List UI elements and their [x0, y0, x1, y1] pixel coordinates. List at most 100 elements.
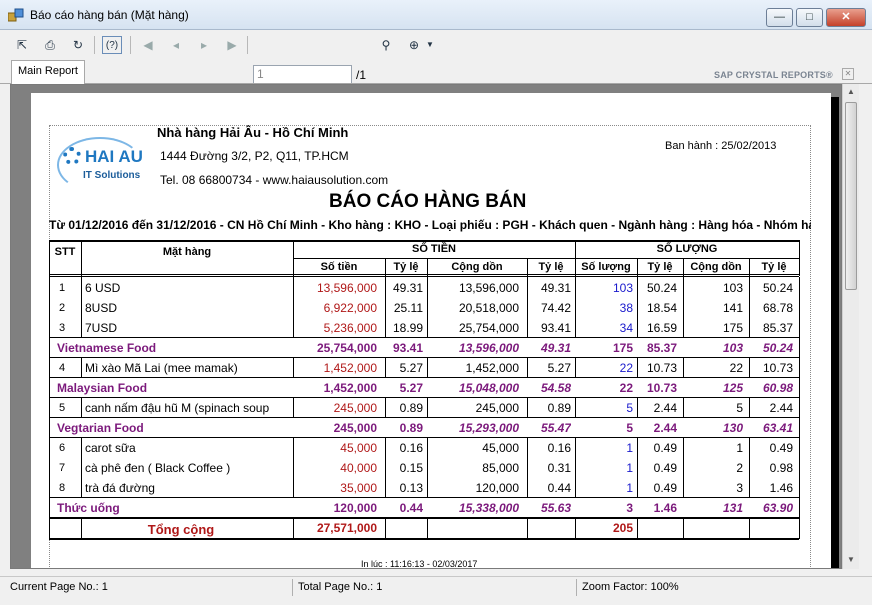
- table-row-name: trà đá đường: [85, 481, 155, 495]
- table-row-ratio: 2.44: [769, 401, 793, 415]
- table-rule: [637, 277, 638, 298]
- table-row-ratio: 0.44: [547, 481, 571, 495]
- table-rule: [637, 317, 638, 338]
- scroll-thumb[interactable]: [845, 102, 857, 290]
- table-rule: [49, 297, 50, 318]
- table-rule: [49, 497, 799, 498]
- table-row-ratio: 49.31: [540, 281, 571, 295]
- group-row-ratio: 63.90: [762, 501, 793, 515]
- table-row-name: canh nấm đậu hũ M (spinach soup: [85, 401, 270, 415]
- table-rule: [293, 297, 294, 318]
- refresh-icon[interactable]: ↻: [68, 36, 88, 54]
- table-row-ratio: 49.31: [392, 281, 423, 295]
- export-icon[interactable]: ⇱: [12, 36, 32, 54]
- tab-main-report[interactable]: Main Report: [11, 60, 85, 84]
- table-row-ratio: 50.24: [762, 281, 793, 295]
- report-viewport[interactable]: HAI AU IT Solutions Nhà hàng Hải Âu - Hồ…: [10, 84, 842, 569]
- table-row-quantity: 34: [619, 321, 633, 335]
- table-rule: [575, 297, 576, 318]
- vertical-scrollbar[interactable]: ▲ ▼: [842, 84, 859, 569]
- group-row-ratio: 55.47: [540, 421, 571, 435]
- minimize-button[interactable]: —: [766, 8, 793, 27]
- table-rule: [527, 357, 528, 378]
- toolbar-separator: [94, 36, 95, 54]
- report-page: HAI AU IT Solutions Nhà hàng Hải Âu - Hồ…: [31, 93, 831, 569]
- table-rule: [49, 357, 50, 378]
- table-row-ratio: 0.89: [399, 401, 423, 415]
- group-row-quantity: 5: [626, 421, 633, 435]
- group-row-quantity: 3: [626, 501, 633, 515]
- table-rule: [49, 276, 799, 277]
- table-rule: [749, 437, 750, 458]
- table-row-ratio: 74.42: [540, 301, 571, 315]
- header-ratio1: Tỷ lệ: [393, 261, 419, 273]
- table-rule: [49, 517, 799, 519]
- grand-total-amount: 27,571,000: [316, 521, 377, 535]
- table-rule: [749, 357, 750, 378]
- table-rule: [637, 517, 638, 539]
- table-rule: [799, 477, 800, 498]
- table-rule: [427, 258, 428, 276]
- find-icon[interactable]: ⚲: [376, 36, 396, 54]
- scroll-down-icon[interactable]: ▼: [843, 552, 859, 568]
- table-row-name: carot sữa: [85, 441, 136, 455]
- table-rule: [637, 477, 638, 498]
- maximize-button[interactable]: □: [796, 8, 823, 27]
- group-row-amount: 25,754,000: [316, 341, 377, 355]
- group-row-amount: 245,000: [333, 421, 377, 435]
- group-row-ratio: 49.31: [540, 341, 571, 355]
- table-rule: [575, 317, 576, 338]
- table-rule: [575, 277, 576, 298]
- close-button[interactable]: ✕: [826, 8, 866, 27]
- group-row-cumulative: 15,338,000: [458, 501, 519, 515]
- scroll-up-icon[interactable]: ▲: [843, 84, 859, 100]
- table-row-cumulative: 45,000: [482, 441, 519, 455]
- table-rule: [385, 457, 386, 478]
- table-rule: [683, 277, 684, 298]
- table-rule: [683, 397, 684, 418]
- table-row-cumulative: 141: [722, 301, 743, 315]
- status-bar: Current Page No.: 1 Total Page No.: 1 Zo…: [0, 576, 872, 597]
- table-row-amount: 1,452,000: [323, 361, 377, 375]
- table-row-stt: 8: [59, 482, 66, 494]
- table-row-cumulative: 1,452,000: [465, 361, 519, 375]
- table-row-ratio: 93.41: [540, 321, 571, 335]
- table-rule: [427, 357, 428, 378]
- group-row-ratio: 63.41: [762, 421, 793, 435]
- table-rule: [799, 240, 800, 276]
- table-rule: [49, 274, 799, 275]
- table-rule: [575, 517, 576, 539]
- table-rule: [527, 397, 528, 418]
- printed-timestamp: In lúc : 11:16:13 - 02/03/2017: [361, 559, 478, 569]
- group-row-ratio: 2.44: [653, 421, 677, 435]
- table-rule: [683, 357, 684, 378]
- table-row-ratio: 0.16: [547, 441, 571, 455]
- print-icon[interactable]: ⎙: [40, 36, 60, 54]
- group-row-ratio: 60.98: [762, 381, 793, 395]
- table-rule: [81, 317, 82, 338]
- grand-total-label: Tổng cộng: [147, 522, 215, 537]
- table-rule: [683, 437, 684, 458]
- table-row-cumulative: 85,000: [482, 461, 519, 475]
- table-rule: [427, 317, 428, 338]
- table-row-amount: 245,000: [333, 401, 377, 415]
- group-row-name: Vietnamese Food: [57, 341, 157, 355]
- table-row-ratio: 16.59: [646, 321, 677, 335]
- table-rule: [527, 517, 528, 539]
- chevron-down-icon[interactable]: ▼: [420, 36, 440, 54]
- group-row-ratio: 10.73: [646, 381, 677, 395]
- table-row-ratio: 68.78: [762, 301, 793, 315]
- gear-icon: [63, 147, 81, 165]
- report-toolbar: ⇱ ⎙ ↻ (?) ◀ ◂ ▸ ▶ 1 /1 ⚲ ⊕ ▼ SAP CRYSTAL…: [0, 30, 872, 84]
- table-rule: [81, 457, 82, 478]
- last-page-icon[interactable]: ▶: [222, 36, 242, 54]
- first-page-icon[interactable]: ◀: [138, 36, 158, 54]
- table-rule: [385, 297, 386, 318]
- table-rule: [293, 397, 294, 418]
- help-icon[interactable]: (?): [102, 36, 122, 54]
- previous-page-icon[interactable]: ◂: [166, 36, 186, 54]
- table-row-amount: 5,236,000: [323, 321, 377, 335]
- next-page-icon[interactable]: ▸: [194, 36, 214, 54]
- table-row-cumulative: 20,518,000: [458, 301, 519, 315]
- table-row-cumulative: 103: [722, 281, 743, 295]
